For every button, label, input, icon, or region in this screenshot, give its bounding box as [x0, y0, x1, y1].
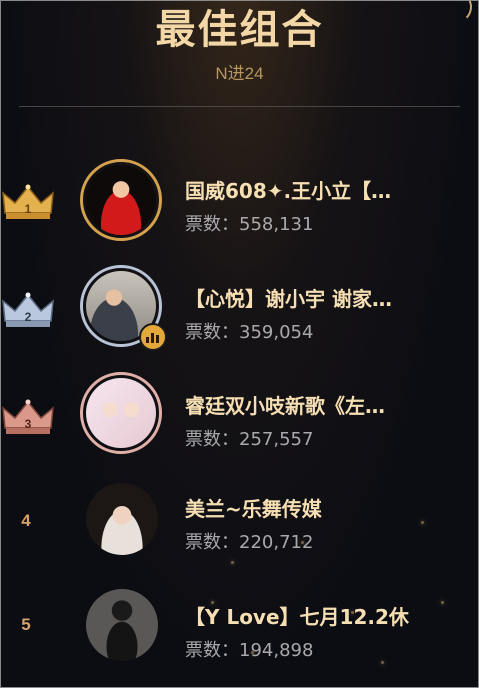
vote-count: 票数：558,131 [185, 214, 314, 235]
contestant-name[interactable]: 美兰~乐舞传媒 [185, 493, 455, 522]
svg-text:2: 2 [25, 310, 32, 324]
vote-count: 票数：194,898 [185, 640, 314, 661]
gold-crown-icon: 1 [2, 184, 54, 219]
page-title: 最佳组合 [155, 7, 324, 53]
rank-number: 5 [21, 615, 31, 634]
contestant-name[interactable]: 【Y Love】七月12.2休 [185, 601, 455, 630]
contestant-name[interactable]: 【心悦】谢小宇 谢家… [185, 283, 455, 312]
contestant-name[interactable]: 睿廷双小吱新歌《左… [185, 390, 455, 419]
avatar-image [86, 483, 158, 555]
vote-count: 票数：220,712 [185, 532, 314, 553]
silver-crown-icon: 2 [2, 292, 54, 327]
avatar-image [86, 378, 156, 448]
round-subtitle: N进24 [215, 64, 264, 83]
leaderboard-row[interactable]: 3 睿廷双小吱新歌《左… 票数：257,557 [1, 366, 478, 466]
avatar[interactable] [86, 483, 158, 555]
rank-number: 4 [21, 511, 31, 530]
leaderboard-panel: 最佳组合 N进24 1 国威608✦.王小立【… 票数：558,131 2 【心… [0, 0, 479, 688]
leaderboard-row[interactable]: 5 【Y Love】七月12.2休 票数：194,898 [1, 581, 478, 681]
avatar-image [86, 165, 156, 235]
header-divider [19, 106, 460, 107]
bronze-crown-icon: 3 [2, 399, 54, 434]
avatar[interactable] [80, 159, 162, 241]
avatar[interactable] [80, 372, 162, 454]
avatar-image [86, 589, 158, 661]
vote-count: 票数：359,054 [185, 322, 314, 343]
leaderboard-row[interactable]: 1 国威608✦.王小立【… 票数：558,131 [1, 151, 478, 251]
header: 最佳组合 N进24 [1, 1, 478, 107]
live-status-icon [139, 323, 167, 351]
contestant-name[interactable]: 国威608✦.王小立【… [185, 175, 455, 204]
svg-text:1: 1 [25, 202, 32, 216]
avatar[interactable] [86, 589, 158, 661]
svg-text:3: 3 [25, 417, 32, 431]
leaderboard-row[interactable]: 4 美兰~乐舞传媒 票数：220,712 [1, 471, 478, 571]
vote-count: 票数：257,557 [185, 429, 314, 450]
leaderboard-row[interactable]: 2 【心悦】谢小宇 谢家… 票数：359,054 [1, 259, 478, 359]
